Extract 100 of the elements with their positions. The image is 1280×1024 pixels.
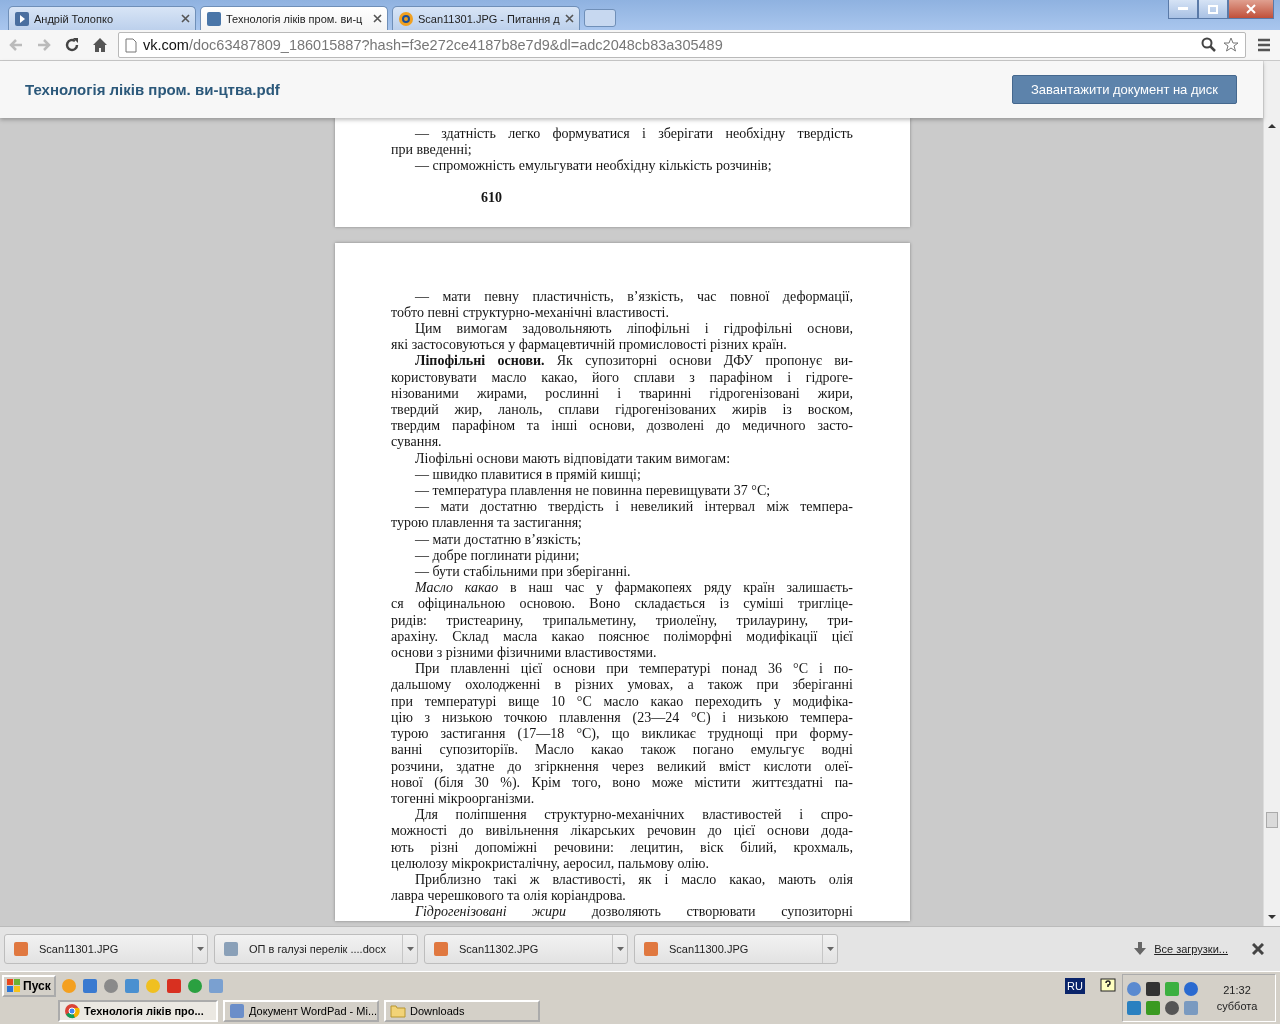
text-line: користовувати масло какао, його сплави з парафіном і гідроге- [391, 369, 853, 386]
clock-day: суббота [1216, 1000, 1258, 1012]
text-line: лавра черешкового та олія коріандрова. [391, 888, 627, 905]
caret-icon[interactable] [406, 947, 414, 951]
caret-icon[interactable] [826, 947, 834, 951]
download-item[interactable]: ОП в галузі перелік ....docx [214, 934, 418, 964]
text-line: можності до вивільнення лікарських речовин до цієї основи дода- [391, 823, 853, 840]
tray-icon [1183, 999, 1199, 1016]
document-title: Технологія ліків пром. ви-цтва.pdf [25, 81, 280, 98]
text-line: ють різні допоміжні речовини: лецитин, віск білий, крохмаль, [391, 839, 853, 856]
tray-icon [1126, 999, 1142, 1016]
help-icon[interactable] [1100, 977, 1116, 994]
text-line: — бути стабільними при зберіганні. [414, 564, 632, 581]
zoom-icon[interactable] [1201, 37, 1217, 53]
text-line: Масло какао в наш час у фармакопеях ряду країн залишаєть- [414, 580, 853, 597]
text-line: — мати достатню в’язкість; [414, 531, 583, 548]
tray-icon [1126, 980, 1142, 997]
text-line: Для поліпшення структурно-механічних властивостей і спро- [414, 807, 853, 824]
maximize-icon [1208, 4, 1218, 14]
play-icon [14, 10, 30, 27]
save-to-disk-button[interactable]: Завантажити документ на диск [1011, 75, 1237, 104]
file-name: ОП в галузі перелік ....docx [248, 943, 387, 955]
launcher-icon [102, 977, 119, 994]
close-icon[interactable] [373, 14, 382, 23]
star-icon[interactable] [1223, 37, 1239, 53]
browser-icon [64, 1002, 80, 1019]
close-icon[interactable] [181, 14, 190, 23]
text-line: арахіну. Склад масла какао пояснює поліморфні модифікації цієї [391, 628, 853, 646]
page-number: 610 [481, 189, 503, 206]
folder-icon [390, 1003, 406, 1018]
language-indicator[interactable]: RU [1065, 977, 1085, 994]
tray-icon [1145, 980, 1161, 997]
download-item[interactable]: Scan11302.JPG [424, 934, 628, 964]
text-line: Гідрогенізовані жири дозволяють створювати супозиторні [414, 904, 853, 921]
taskbar-button[interactable]: Технологія ліків про... [58, 999, 218, 1022]
all-downloads-link[interactable]: Все загрузки... [1154, 943, 1228, 955]
address-bar[interactable]: vk.com/doc63487809_186015887?hash=f3e272ce4187b8e7d9&dl=adc2048cb83a305489 [118, 32, 1246, 58]
caret-icon[interactable] [616, 947, 624, 951]
launcher-icon [60, 977, 77, 994]
mail-icon [398, 10, 414, 27]
text-line: розчини, здатне до згіркнення через великий вміст кислоти олеї- [391, 758, 853, 775]
text-line: нової (біля 30 %). Крім того, воно може містити життєздатні па- [391, 774, 853, 791]
text-line: Цим вимогам задовольняють ліпофільні і гідрофільні основи, [414, 321, 853, 338]
taskbar-button[interactable]: Документ WordPad - Mi... [223, 999, 379, 1022]
text-line: — добре поглинати рідини; [414, 547, 581, 565]
browser-tab[interactable]: Андрій Толопко [8, 6, 196, 30]
tray-icon [1164, 999, 1180, 1016]
minimize-button[interactable] [1168, 0, 1198, 19]
text-line: ванні супозиторіїв. Масло какао також погано емульгує водні [391, 742, 853, 759]
launcher-icon [81, 977, 98, 994]
text-line: ридів: тристеарину, трипальметину, триолеїну, трилаурину, три- [391, 612, 853, 629]
text-line: турою плавлення та застигання; [391, 515, 583, 532]
minimize-icon [1178, 7, 1188, 11]
taskbar-button[interactable]: Downloads [384, 999, 540, 1022]
text-line: — температура плавлення не повинна перевищувати 37 °C; [414, 483, 772, 500]
text-line: Приблизно такі ж властивості, як і масло какао, мають олія [414, 871, 853, 889]
text-line: — мати достатню твердість і невеликий інтервал між темпера- [414, 499, 853, 516]
browser-tab[interactable]: Технологія ліків пром. ви-ц [200, 6, 388, 30]
file-name: Scan11301.JPG [38, 943, 120, 955]
text-line: — здатність легко формуватися і зберігати необхідну твердість [414, 126, 853, 143]
close-button[interactable] [1228, 0, 1274, 19]
maximize-button[interactable] [1198, 0, 1228, 19]
text-line: — спроможність емульгувати необхідну кількість розчинів; [414, 158, 773, 175]
page-icon [125, 37, 137, 53]
browser-tab[interactable]: Scan11301.JPG - Питання д [392, 6, 580, 30]
launcher-icon [144, 977, 161, 994]
launcher-icon [207, 977, 224, 994]
text-line: сування. [391, 434, 443, 451]
text-line: цію з низькою точкою плавлення (23—24 °C) і низькою темпера- [391, 709, 853, 727]
start-button[interactable]: Пуск [2, 974, 56, 997]
tray-icon [1164, 980, 1180, 997]
text-line: які застосовуються у фармацевтичній промисловості різних країн. [391, 337, 788, 354]
tray-icon [1183, 980, 1199, 997]
text-line: Ліпофільні основи. Як супозиторні основи ДФУ пропонує ви- [414, 353, 853, 370]
windows-logo-icon [7, 978, 21, 993]
file-name: Scan11302.JPG [458, 943, 540, 955]
text-line: при температурі вище 10 °C масло какао переходить у модифіка- [391, 693, 853, 710]
download-icon [1134, 942, 1147, 956]
launcher-icon [165, 977, 182, 994]
download-item[interactable]: Scan11300.JPG [634, 934, 838, 964]
caret-icon[interactable] [196, 947, 204, 951]
text-line: — мати певну пластичність, в’язкість, час повної деформації, [414, 288, 853, 305]
text-line: основи з різними фізичними властивостями. [391, 645, 658, 662]
close-icon[interactable] [1252, 943, 1264, 955]
text-line: тобто певні структурно-механічні властивості. [391, 304, 670, 321]
text-line: нізованими жирами, рослинні і тваринні гідрогенізовані жири, [391, 385, 853, 403]
tray-icon [1145, 999, 1161, 1016]
download-item[interactable]: Scan11301.JPG [4, 934, 208, 964]
scrollbar[interactable] [1263, 61, 1280, 926]
text-line: твердим парафіном та інші основи, дозволені до медичного засто- [391, 418, 853, 435]
scroll-thumb[interactable] [1266, 812, 1278, 828]
file-name: Scan11300.JPG [668, 943, 750, 955]
text-line: турою застигання (17—18 °C), що викликає труднощі при форму- [391, 726, 853, 743]
launcher-icon [123, 977, 140, 994]
text-line: дальшому охолодженні в різних умовах, а також при зберіганні [391, 677, 853, 694]
text-line: при введенні; [391, 142, 473, 159]
close-icon[interactable] [565, 14, 574, 23]
url-text: vk.com/doc63487809_186015887?hash=f3e272ce4187b8e7d9&dl=adc2048cb83a305489 [143, 37, 724, 53]
launcher-icon [186, 977, 203, 994]
text-line: целюлозу мікрокристалічну, аеросил, пальмову олію. [391, 855, 711, 872]
